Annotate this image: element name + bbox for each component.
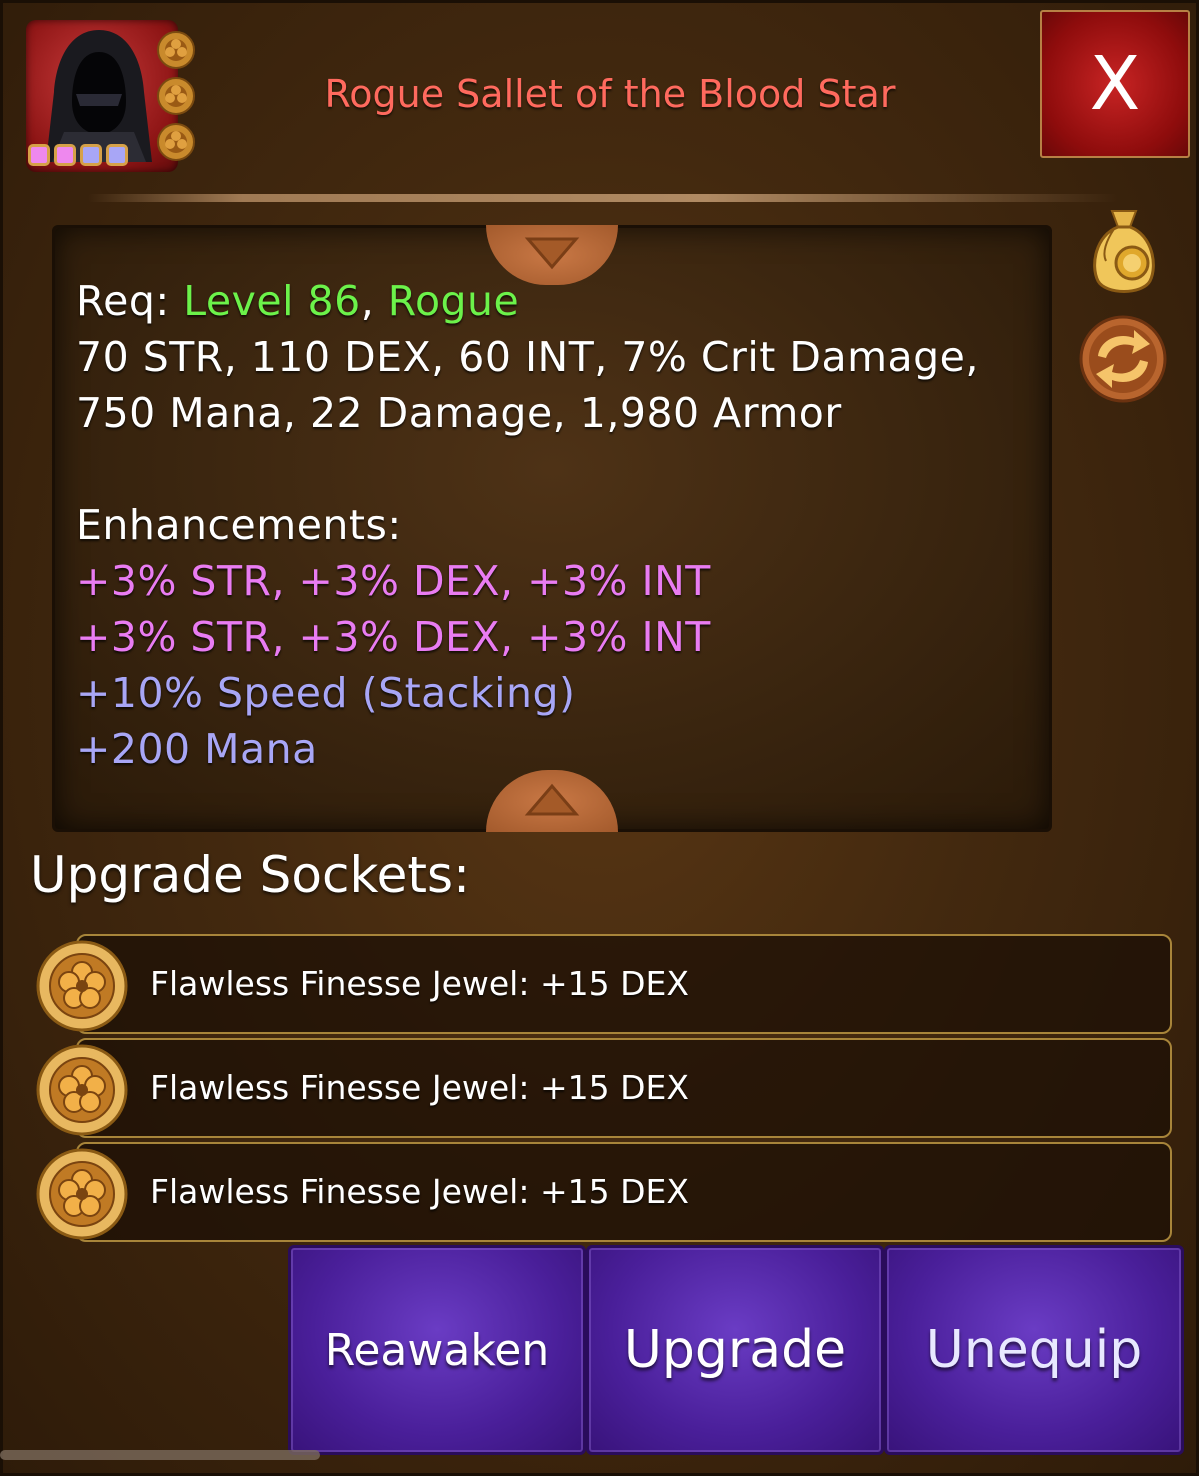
socket-label: Flawless Finesse Jewel: +15 DEX [150, 1068, 689, 1107]
mini-jewel-icon [157, 31, 195, 69]
mini-jewel-icon [157, 123, 195, 161]
triangle-up-icon [524, 783, 580, 816]
gem-dot [28, 144, 50, 166]
portrait-socket-jewels [156, 30, 196, 162]
coin-bag-icon[interactable] [1088, 205, 1160, 297]
enhancements-title: Enhancements: [76, 501, 402, 549]
stats-line: 750 Mana, 22 Damage, 1,980 Armor [76, 389, 842, 437]
socket-row[interactable]: Flawless Finesse Jewel: +15 DEX [76, 1038, 1172, 1138]
req-separator: , [360, 277, 375, 325]
enhancement-line: +3% STR, +3% DEX, +3% INT [76, 613, 711, 661]
triangle-down-icon [524, 237, 580, 270]
item-stats-text: Req: Level 86, Rogue 70 STR, 110 DEX, 60… [76, 273, 1036, 777]
enhancement-gem-dots [28, 144, 128, 166]
finesse-jewel-icon [36, 1044, 128, 1136]
req-level: Level 86 [183, 277, 361, 325]
stats-line: 70 STR, 110 DEX, 60 INT, 7% Crit Damage, [76, 333, 979, 381]
item-title: Rogue Sallet of the Blood Star [324, 72, 896, 116]
socket-row[interactable]: Flawless Finesse Jewel: +15 DEX [76, 1142, 1172, 1242]
requirements-line: Req: Level 86, Rogue [76, 273, 1036, 329]
socket-row[interactable]: Flawless Finesse Jewel: +15 DEX [76, 934, 1172, 1034]
horizontal-scrollbar[interactable] [0, 1450, 320, 1460]
gem-dot [106, 144, 128, 166]
header-divider [88, 194, 1118, 202]
close-button[interactable]: X [1040, 10, 1190, 158]
enhancement-line: +3% STR, +3% DEX, +3% INT [76, 557, 711, 605]
enhancement-line: +200 Mana [76, 725, 318, 773]
gem-dot [80, 144, 102, 166]
reawaken-button[interactable]: Reawaken [288, 1245, 586, 1455]
req-label: Req: [76, 277, 170, 325]
upgrade-button[interactable]: Upgrade [586, 1245, 884, 1455]
socket-label: Flawless Finesse Jewel: +15 DEX [150, 1172, 689, 1211]
gem-dot [54, 144, 76, 166]
close-icon: X [1089, 41, 1141, 127]
unequip-button[interactable]: Unequip [884, 1245, 1184, 1455]
swap-arrows-icon[interactable] [1078, 314, 1168, 404]
mini-jewel-icon [157, 77, 195, 115]
enhancement-line: +10% Speed (Stacking) [76, 669, 576, 717]
socket-label: Flawless Finesse Jewel: +15 DEX [150, 964, 689, 1003]
finesse-jewel-icon [36, 940, 128, 1032]
req-class: Rogue [387, 277, 520, 325]
sockets-title: Upgrade Sockets: [30, 846, 470, 904]
hooded-rogue-icon [46, 30, 152, 162]
finesse-jewel-icon [36, 1148, 128, 1240]
